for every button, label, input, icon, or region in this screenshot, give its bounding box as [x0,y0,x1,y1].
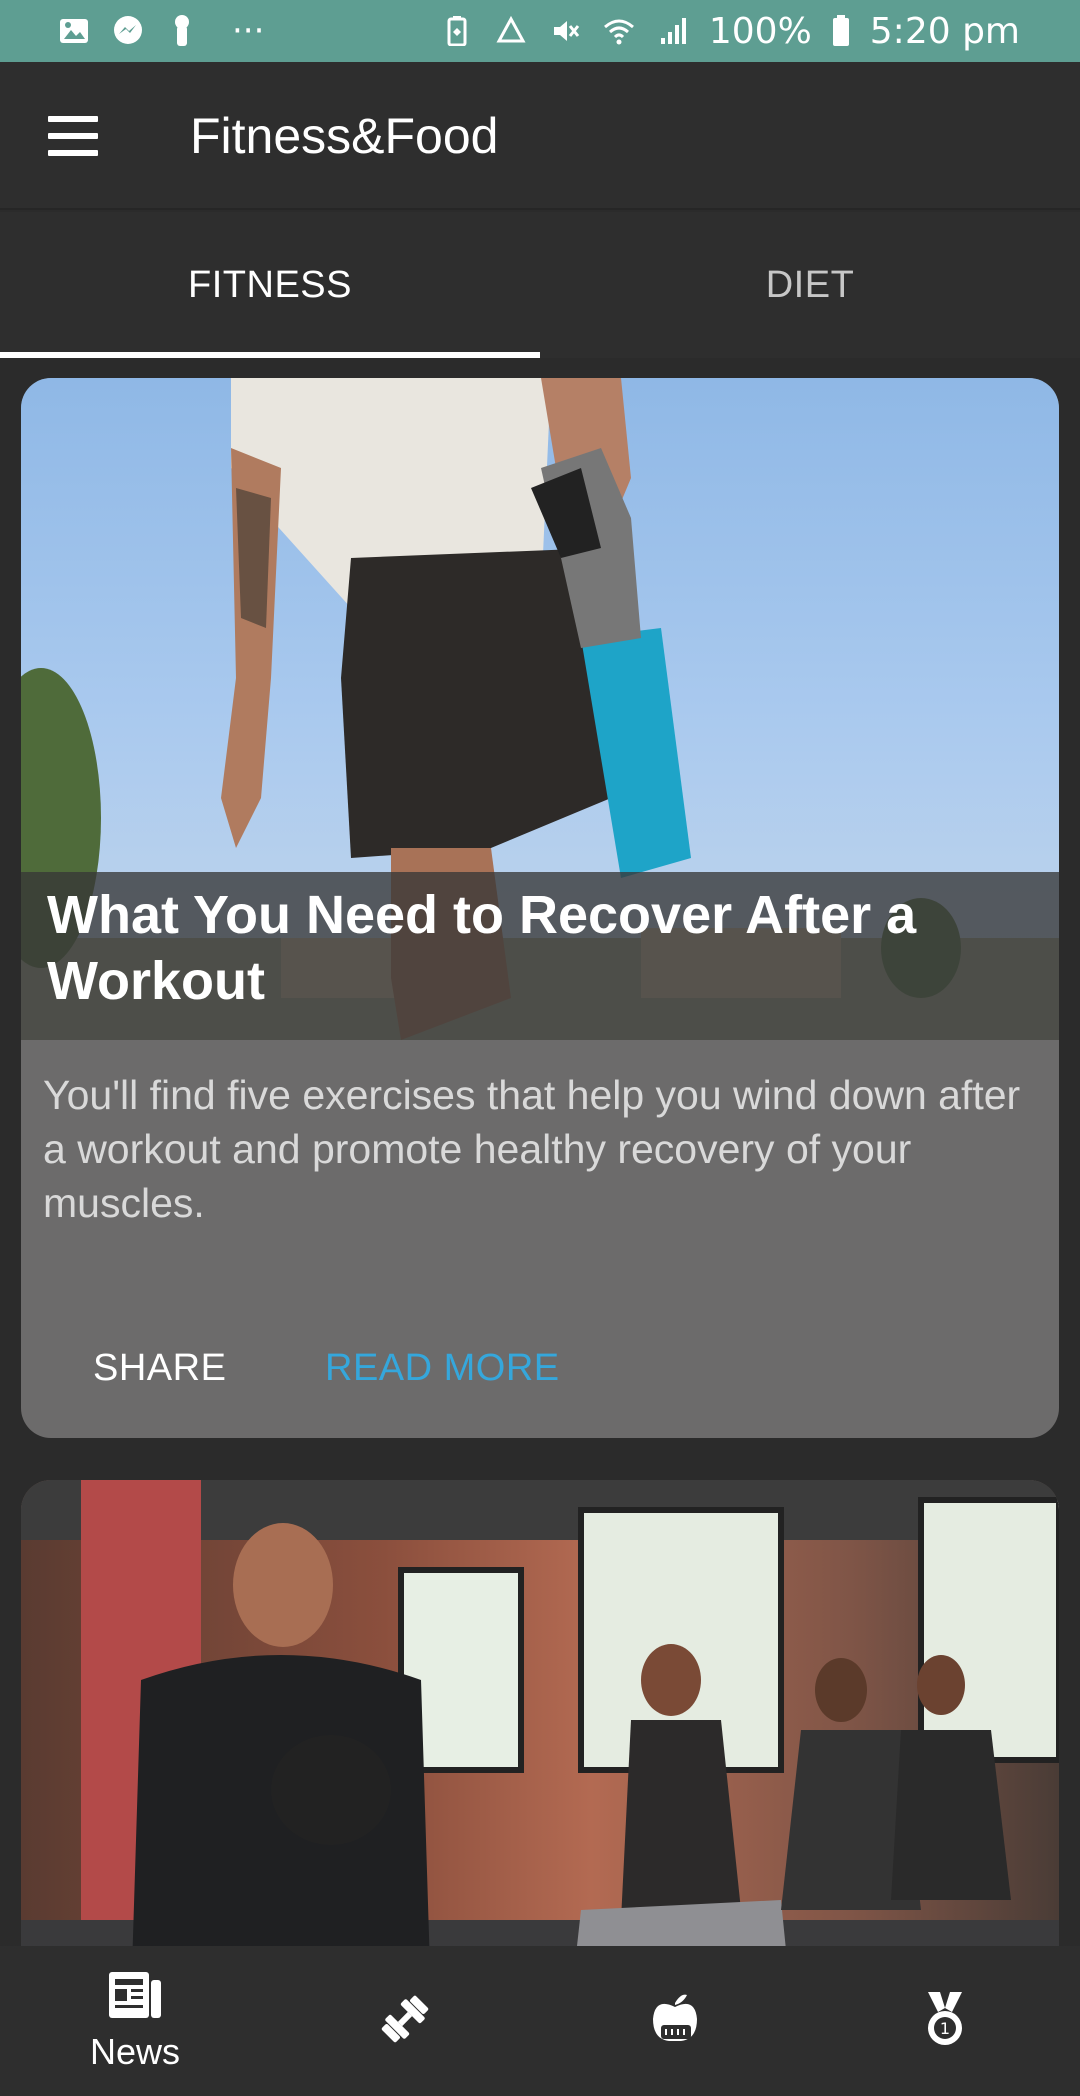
article-card[interactable]: What You Need to Recover After a Workout… [21,378,1059,1438]
battery-saver-icon [439,13,475,49]
battery-percent: 100% [708,10,812,52]
nav-fitness[interactable] [270,1946,540,2096]
nav-achievements[interactable]: 1 [810,1946,1080,2096]
recycle-icon [493,13,529,49]
battery-icon [830,13,852,49]
newspaper-icon [107,1970,163,2025]
share-button[interactable]: SHARE [93,1328,226,1408]
article-card[interactable] [21,1480,1059,1946]
read-more-button[interactable]: READ MORE [325,1328,560,1408]
notification-icon [164,13,200,49]
wifi-icon [601,13,637,49]
bottom-navigation: News 1 [0,1946,1080,2096]
signal-icon [655,13,691,49]
status-bar: ··· 100% 5:20 pm [0,0,1080,62]
app-title: Fitness&Food [190,108,499,164]
tab-diet[interactable]: DIET [540,212,1080,358]
tab-diet-label: DIET [765,263,855,306]
tab-bar: FITNESS DIET [0,212,1080,358]
article-title: What You Need to Recover After a Workout [47,885,917,1011]
nav-diet[interactable] [540,1946,810,2096]
tab-fitness-label: FITNESS [188,263,352,306]
nav-news[interactable]: News [0,1946,270,2096]
nav-news-label: News [89,2030,181,2072]
status-left: ··· [56,11,264,51]
article-image [21,1480,1059,1946]
overflow-dots: ··· [232,11,265,51]
status-right: 100% 5:20 pm [439,11,1020,52]
svg-text:1: 1 [940,2019,950,2038]
article-description: You'll find five exercises that help you… [43,1072,1021,1226]
apple-scale-icon [647,1991,703,2052]
clock: 5:20 pm [869,10,1020,52]
tab-fitness[interactable]: FITNESS [0,212,540,358]
mute-icon [547,13,583,49]
dumbbell-icon [377,1991,433,2052]
app-bar: Fitness&Food [0,62,1080,210]
card-actions: SHARE READ MORE [21,1328,1059,1408]
image-icon [56,13,92,49]
menu-icon[interactable] [48,116,98,156]
article-feed[interactable]: What You Need to Recover After a Workout… [0,358,1080,1946]
medal-icon: 1 [920,1990,970,2053]
messenger-icon [110,13,146,49]
